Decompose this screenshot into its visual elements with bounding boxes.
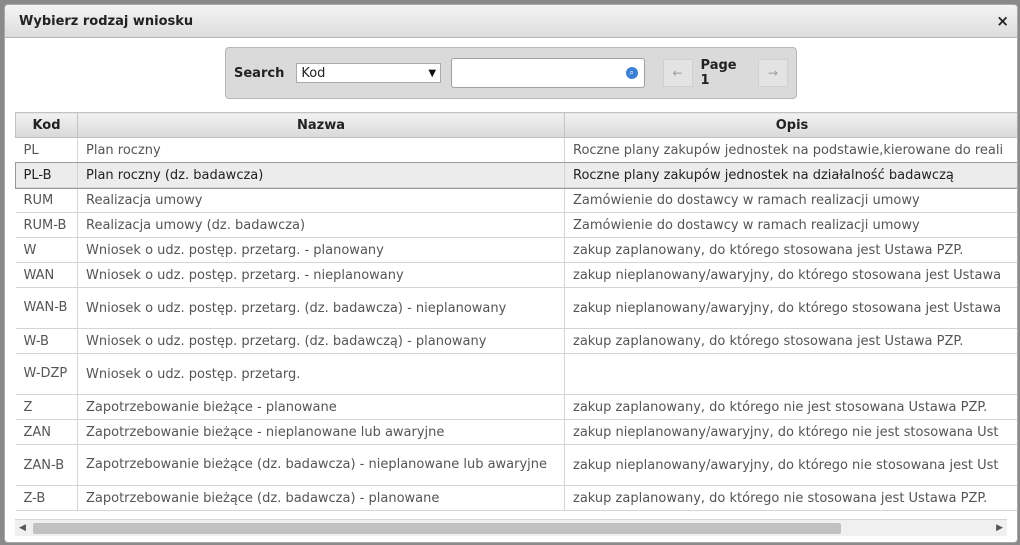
cell-kod: PL	[15, 137, 78, 163]
cell-kod: PL-B	[15, 162, 78, 188]
cell-opis: Roczne plany zakupów jednostek na działa…	[564, 162, 1017, 188]
search-field-select[interactable]: Kod ▼	[296, 63, 442, 83]
cell-nazwa: Plan roczny (dz. badawcza)	[77, 162, 565, 188]
table-row[interactable]: W-DZP Wniosek o udz. postęp. przetarg.	[15, 353, 1017, 395]
search-toolbar: Search Kod ▼ ⌕ ← Page 1 →	[225, 47, 797, 99]
cell-kod: W-DZP	[15, 353, 78, 395]
table-row[interactable]: ZAN-B Zapotrzebowanie bieżące (dz. badaw…	[15, 444, 1017, 486]
table-row[interactable]: PL Plan roczny Roczne plany zakupów jedn…	[15, 137, 1017, 163]
cell-opis: zakup zaplanowany, do którego nie stosow…	[564, 485, 1017, 511]
column-header-kod[interactable]: Kod	[15, 112, 78, 138]
search-field-selected: Kod	[301, 65, 326, 81]
cell-nazwa: Wniosek o udz. postęp. przetarg. (dz. ba…	[77, 328, 565, 354]
cell-nazwa: Zapotrzebowanie bieżące (dz. badawcza) -…	[77, 485, 565, 511]
cell-nazwa: Wniosek o udz. postęp. przetarg. - plano…	[77, 237, 565, 263]
cell-opis: zakup nieplanowany/awaryjny, do którego …	[564, 262, 1017, 288]
cell-kod: WAN-B	[15, 287, 78, 329]
cell-kod: WAN	[15, 262, 78, 288]
cell-kod: Z	[15, 394, 78, 420]
close-icon[interactable]: ×	[996, 12, 1009, 30]
chevron-down-icon: ▼	[428, 67, 437, 79]
pager: ← Page 1 →	[662, 58, 788, 88]
cell-nazwa: Plan roczny	[77, 137, 565, 163]
table-row[interactable]: W Wniosek o udz. postęp. przetarg. - pla…	[15, 237, 1017, 263]
page-indicator: Page 1	[700, 58, 737, 88]
table-row[interactable]: ZAN Zapotrzebowanie bieżące - nieplanowa…	[15, 419, 1017, 445]
prev-page-button[interactable]: ←	[662, 59, 693, 87]
table-row[interactable]: WAN-B Wniosek o udz. postęp. przetarg. (…	[15, 287, 1017, 329]
cell-nazwa: Realizacja umowy (dz. badawcza)	[77, 212, 565, 238]
table-row[interactable]: Z Zapotrzebowanie bieżące - planowane za…	[15, 394, 1017, 420]
cell-kod: RUM-B	[15, 212, 78, 238]
cell-kod: ZAN	[15, 419, 78, 445]
dialog-title: Wybierz rodzaj wniosku	[19, 13, 194, 29]
cell-nazwa: Zapotrzebowanie bieżące - planowane	[77, 394, 565, 420]
table-row[interactable]: W-B Wniosek o udz. postęp. przetarg. (dz…	[15, 328, 1017, 354]
table-row[interactable]: Z-B Zapotrzebowanie bieżące (dz. badawcz…	[15, 485, 1017, 511]
table-row[interactable]: RUM-B Realizacja umowy (dz. badawcza) Za…	[15, 212, 1017, 238]
next-page-button[interactable]: →	[758, 59, 788, 87]
cell-opis: zakup nieplanowany/awaryjny, do którego …	[564, 419, 1017, 445]
cell-opis	[564, 353, 1017, 395]
cell-opis: zakup nieplanowany/awaryjny, do którego …	[564, 287, 1017, 329]
scrollbar-thumb[interactable]	[33, 523, 841, 534]
cell-opis: Zamówienie do dostawcy w ramach realizac…	[564, 187, 1017, 213]
cell-kod: W	[15, 237, 78, 263]
column-header-opis[interactable]: Opis	[564, 112, 1017, 138]
cell-opis: Zamówienie do dostawcy w ramach realizac…	[564, 212, 1017, 238]
cell-opis: Roczne plany zakupów jednostek na podsta…	[564, 137, 1017, 163]
column-header-nazwa[interactable]: Nazwa	[77, 112, 565, 138]
search-label: Search	[234, 65, 285, 81]
dialog-titlebar: Wybierz rodzaj wniosku ×	[5, 5, 1017, 38]
cell-kod: ZAN-B	[15, 444, 78, 486]
cell-kod: W-B	[15, 328, 78, 354]
table-row-selected[interactable]: PL-B Plan roczny (dz. badawcza) Roczne p…	[14, 161, 1017, 189]
cell-nazwa: Wniosek o udz. postęp. przetarg. (dz. ba…	[77, 287, 565, 329]
select-request-type-dialog: Wybierz rodzaj wniosku × Search Kod ▼ ⌕ …	[4, 4, 1018, 543]
cell-opis: zakup nieplanowany/awaryjny, do którego …	[564, 444, 1017, 486]
cell-opis: zakup zaplanowany, do którego stosowana …	[564, 237, 1017, 263]
horizontal-scrollbar[interactable]: ◀ ▶	[15, 519, 1007, 536]
search-icon[interactable]: ⌕	[625, 67, 638, 79]
cell-opis: zakup zaplanowany, do którego nie jest s…	[564, 394, 1017, 420]
cell-nazwa: Wniosek o udz. postęp. przetarg.	[77, 353, 565, 395]
table-row[interactable]: WAN Wniosek o udz. postęp. przetarg. - n…	[15, 262, 1017, 288]
search-input[interactable]: ⌕	[451, 58, 645, 88]
cell-nazwa: Zapotrzebowanie bieżące - nieplanowane l…	[77, 419, 565, 445]
cell-kod: RUM	[15, 187, 78, 213]
scroll-right-icon[interactable]: ▶	[996, 523, 1003, 533]
scroll-left-icon[interactable]: ◀	[19, 523, 26, 533]
request-type-table: Kod Nazwa Opis PL Plan roczny Roczne pla…	[14, 112, 1017, 511]
cell-opis: zakup zaplanowany, do którego stosowana …	[564, 328, 1017, 354]
cell-nazwa: Realizacja umowy	[77, 187, 565, 213]
cell-kod: Z-B	[15, 485, 78, 511]
cell-nazwa: Zapotrzebowanie bieżące (dz. badawcza) -…	[77, 444, 565, 486]
table-row[interactable]: RUM Realizacja umowy Zamówienie do dosta…	[15, 187, 1017, 213]
cell-nazwa: Wniosek o udz. postęp. przetarg. - niepl…	[77, 262, 565, 288]
